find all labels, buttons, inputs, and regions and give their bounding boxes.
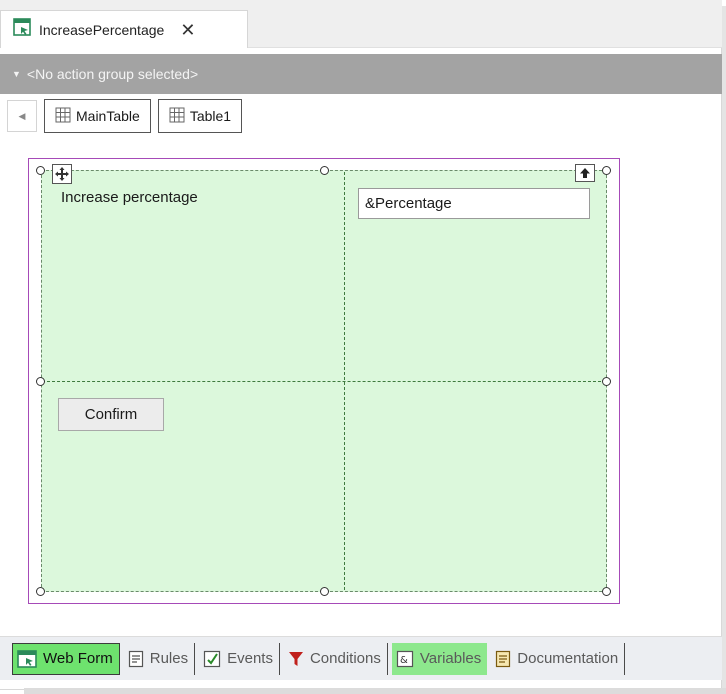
increase-percentage-label[interactable]: Increase percentage [61,189,198,206]
resize-handle[interactable] [320,587,329,596]
breadcrumb-item-table1[interactable]: Table1 [157,99,243,133]
resize-handle[interactable] [602,587,611,596]
chevron-left-icon: ◀ [18,110,26,121]
action-group-label: <No action group selected> [26,66,199,82]
table-grid-icon [169,107,185,126]
breadcrumb-item-maintable[interactable]: MainTable [44,99,151,133]
tab-strip: IncreasePercentage ✕ [0,0,722,48]
resize-handle[interactable] [36,166,45,175]
percentage-field[interactable]: &Percentage [358,188,590,219]
breadcrumb-label: Table1 [189,108,232,124]
tab-label: Conditions [309,650,381,667]
tab-events[interactable]: Events [199,642,280,675]
resize-handle[interactable] [320,166,329,175]
breadcrumb-back-button[interactable]: ◀ [7,100,37,132]
filter-icon [288,650,304,668]
resize-handle[interactable] [602,377,611,386]
move-icon[interactable] [52,164,72,184]
resize-handle[interactable] [36,377,45,386]
tab-conditions[interactable]: Conditions [284,642,388,675]
resize-handle[interactable] [602,166,611,175]
tab-web-form[interactable]: Web Form [12,642,120,675]
confirm-button[interactable]: Confirm [58,398,164,431]
rules-icon [128,650,144,668]
tab-label: Rules [149,650,189,667]
arrow-up-icon[interactable] [575,164,595,182]
webpanel-icon [13,18,31,41]
row-divider[interactable] [42,381,606,382]
tab-documentation[interactable]: Documentation [491,642,626,675]
tab-label: Variables [419,650,482,667]
action-group-bar[interactable]: ▼ <No action group selected> [0,54,722,94]
breadcrumb-label: MainTable [76,108,140,124]
tab-title: IncreasePercentage [39,21,165,38]
close-icon[interactable]: ✕ [180,21,195,39]
events-icon [203,650,221,668]
svg-text:&: & [400,655,408,666]
tab-label: Documentation [517,650,619,667]
tab-label: Web Form [43,650,113,667]
chevron-down-icon[interactable]: ▼ [12,69,21,79]
resize-handle[interactable] [36,587,45,596]
object-parts-tabbar: Web Form Rules Events Conditions & Varia… [0,636,722,680]
webform-icon [17,649,37,668]
tab-increase-percentage[interactable]: IncreasePercentage ✕ [0,10,248,48]
tab-variables[interactable]: & Variables [391,642,488,675]
window-shadow-right [722,6,726,694]
tab-label: Events [227,650,273,667]
variables-icon: & [396,650,414,668]
table-grid-icon [55,107,71,126]
tab-rules[interactable]: Rules [124,642,196,675]
documentation-icon [495,650,511,668]
window-shadow-bottom [24,688,726,694]
field-variable-name: &Percentage [365,195,452,212]
breadcrumb: ◀ MainTable Table1 [0,98,243,134]
